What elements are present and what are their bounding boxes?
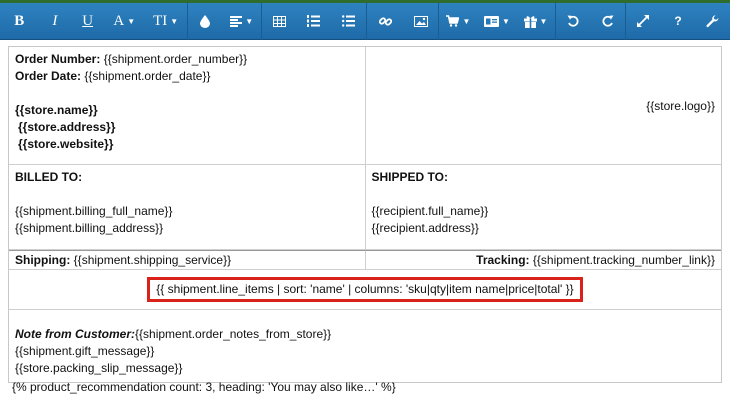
notes-cell[interactable]: Note from Customer:{{shipment.order_note… xyxy=(9,310,721,382)
line-items-highlight: {{ shipment.line_items | sort: 'name' | … xyxy=(147,277,583,302)
shipping-value: {{shipment.shipping_service}} xyxy=(73,253,232,267)
chevron-down-icon: ▼ xyxy=(539,16,548,26)
undo-button[interactable] xyxy=(556,3,591,40)
address-card-button[interactable]: ▼ xyxy=(478,3,517,40)
billing-address: {{shipment.billing_address}} xyxy=(15,221,164,235)
shipping-tracking-row: Shipping: {{shipment.shipping_service}} … xyxy=(9,250,721,270)
undo-icon xyxy=(567,15,579,27)
align-button[interactable]: ▼ xyxy=(222,3,261,40)
chevron-down-icon: ▼ xyxy=(245,16,254,26)
gift-button[interactable]: ▼ xyxy=(516,3,555,40)
help-button[interactable]: ? xyxy=(661,3,696,40)
order-date-value: {{shipment.order_date}} xyxy=(84,69,211,83)
address-card-icon xyxy=(484,15,499,27)
order-number-value: {{shipment.order_number}} xyxy=(103,52,248,66)
editor-content-area[interactable]: Order Number: {{shipment.order_number}} … xyxy=(0,41,730,414)
store-logo-cell[interactable]: {{store.logo}} xyxy=(364,47,722,164)
shipping-cell[interactable]: SHIPPED TO: {{recipient.full_name}} {{re… xyxy=(364,165,722,249)
note-label: Note from Customer: xyxy=(15,327,136,341)
fullscreen-button[interactable] xyxy=(626,3,661,40)
document-table: Order Number: {{shipment.order_number}} … xyxy=(8,46,722,383)
billing-cell[interactable]: BILLED TO: {{shipment.billing_full_name}… xyxy=(9,165,365,249)
order-date-line: Order Date: {{shipment.order_date}} xyxy=(15,68,359,85)
shipping-label: Shipping: xyxy=(15,253,71,267)
italic-icon: I xyxy=(52,12,58,29)
color-drop-icon xyxy=(200,14,211,28)
shipped-to-label: SHIPPED TO: xyxy=(371,170,448,184)
underline-button[interactable]: U xyxy=(71,3,104,40)
align-icon xyxy=(230,15,243,27)
customer-note-line: Note from Customer:{{shipment.order_note… xyxy=(15,326,715,343)
recipient-address: {{recipient.address}} xyxy=(371,221,479,235)
image-icon xyxy=(413,15,428,27)
recipient-full-name: {{recipient.full_name}} xyxy=(371,204,489,218)
chevron-down-icon: ▼ xyxy=(170,16,179,26)
tracking-value: {{shipment.tracking_number_link}} xyxy=(532,253,715,267)
cart-icon xyxy=(446,15,460,27)
bullet-list-button[interactable] xyxy=(331,3,366,40)
help-icon: ? xyxy=(674,14,682,28)
chevron-down-icon: ▼ xyxy=(502,16,510,26)
wrench-icon xyxy=(706,14,719,27)
order-number-line: Order Number: {{shipment.order_number}} xyxy=(15,51,359,68)
settings-button[interactable] xyxy=(695,3,730,40)
font-color-icon: A xyxy=(113,12,125,29)
cart-button[interactable]: ▼ xyxy=(439,3,478,40)
ordered-list-button[interactable] xyxy=(297,3,332,40)
notes-row: Note from Customer:{{shipment.order_note… xyxy=(9,310,721,382)
color-button[interactable] xyxy=(188,3,223,40)
packing-slip-message: {{store.packing_slip_message}} xyxy=(15,361,183,375)
tracking-label: Tracking: xyxy=(476,253,530,267)
redo-button[interactable] xyxy=(590,3,625,40)
editor-toolbar: B I U A ▼ TI ▼ ▼ ▼ ▼ ▼ ? xyxy=(0,2,730,40)
underline-icon: U xyxy=(82,12,94,29)
order-info-cell[interactable]: Order Number: {{shipment.order_number}} … xyxy=(9,47,365,164)
gift-icon xyxy=(523,15,537,28)
store-name: {{store.name}} xyxy=(15,103,98,117)
link-button[interactable] xyxy=(367,3,404,40)
italic-button[interactable]: I xyxy=(39,3,72,40)
order-date-label: Order Date: xyxy=(15,69,82,83)
shipping-service-cell[interactable]: Shipping: {{shipment.shipping_service}} xyxy=(9,251,365,269)
fullscreen-icon xyxy=(637,15,650,27)
addresses-row: BILLED TO: {{shipment.billing_full_name}… xyxy=(9,165,721,250)
table-icon xyxy=(272,15,286,27)
billing-full-name: {{shipment.billing_full_name}} xyxy=(15,204,173,218)
line-items-row[interactable]: {{ shipment.line_items | sort: 'name' | … xyxy=(9,270,721,310)
image-button[interactable] xyxy=(404,3,439,40)
font-size-icon: TI xyxy=(153,12,168,29)
font-size-button[interactable]: TI ▼ xyxy=(144,3,186,40)
billed-to-label: BILLED TO: xyxy=(15,170,83,184)
note-value: {{shipment.order_notes_from_store}} xyxy=(135,327,332,341)
redo-icon xyxy=(602,15,614,27)
header-row: Order Number: {{shipment.order_number}} … xyxy=(9,47,721,165)
order-number-label: Order Number: xyxy=(15,52,101,66)
gift-message: {{shipment.gift_message}} xyxy=(15,344,155,358)
store-address: {{store.address}} xyxy=(18,120,116,134)
bold-button[interactable]: B xyxy=(0,3,39,40)
store-logo: {{store.logo}} xyxy=(646,99,715,113)
bold-icon: B xyxy=(14,12,25,29)
chevron-down-icon: ▼ xyxy=(127,16,136,26)
store-website: {{store.website}} xyxy=(18,137,114,151)
chevron-down-icon: ▼ xyxy=(462,16,471,26)
bullet-list-icon xyxy=(342,15,356,27)
font-color-button[interactable]: A ▼ xyxy=(104,3,144,40)
ordered-list-icon xyxy=(307,15,321,27)
table-button[interactable] xyxy=(262,3,297,40)
link-icon xyxy=(378,16,392,26)
product-recommendation-tag: {% product_recommendation count: 3, head… xyxy=(12,380,396,394)
tracking-cell[interactable]: Tracking: {{shipment.tracking_number_lin… xyxy=(364,251,722,269)
